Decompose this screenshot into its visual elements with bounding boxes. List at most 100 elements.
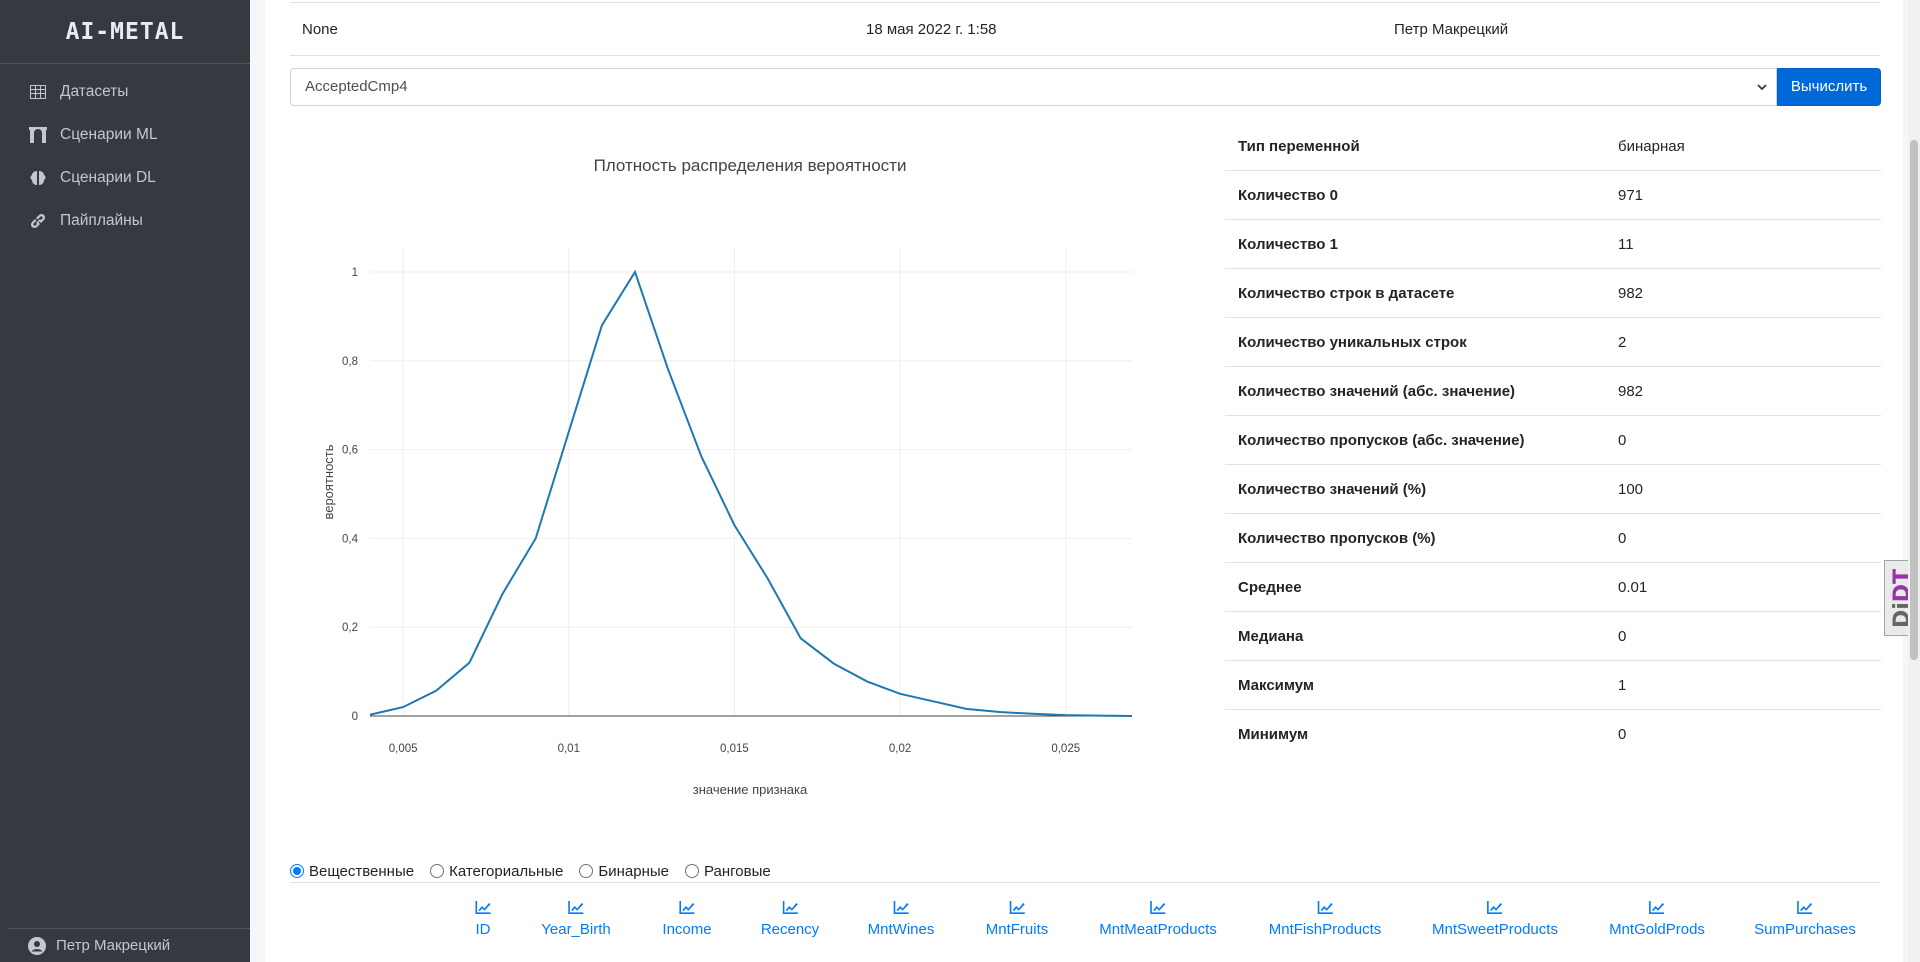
chart-title: Плотность распределения вероятности bbox=[594, 156, 907, 175]
stats-row: Среднее 0.01 bbox=[1225, 563, 1881, 612]
target-column-value: AcceptedCmp4 bbox=[305, 78, 408, 95]
brand-logo[interactable]: AI-METAL bbox=[0, 0, 250, 64]
feature-label: MntWines bbox=[867, 921, 935, 938]
sidebar-item-label: Сценарии ML bbox=[60, 125, 158, 143]
feature-label: Year_Birth bbox=[541, 921, 611, 938]
stats-table: Тип переменной бинарная Количество 0 971 Кол… bbox=[1225, 122, 1881, 759]
stats-key: Количество значений (%) bbox=[1238, 480, 1427, 498]
chart-line-icon bbox=[893, 900, 910, 915]
archway-icon bbox=[28, 125, 48, 145]
feature-links: ID Year_Birth Income Recency MntWines MntFrui… bbox=[440, 900, 1880, 950]
user-name: Петр Макрецкий bbox=[56, 937, 171, 954]
feature-link[interactable]: Year_Birth bbox=[541, 900, 611, 938]
user-avatar-icon bbox=[28, 936, 46, 955]
sidebar-item-pipelines[interactable]: Пайплайны bbox=[0, 199, 250, 242]
brain-icon bbox=[28, 168, 48, 188]
stats-value: 982 bbox=[1618, 284, 1644, 302]
x-tick-label: 0,025 bbox=[1051, 743, 1080, 755]
sidebar-item-datasets[interactable]: Датасеты bbox=[0, 70, 250, 113]
dataset-date: 18 мая 2022 г. 1:58 bbox=[866, 21, 997, 38]
feature-link[interactable]: MntFishProducts bbox=[1269, 900, 1381, 938]
variable-type-filter: Вещественные Категориальные Бинарные Рангов… bbox=[290, 860, 1880, 882]
chart-line-icon bbox=[568, 900, 585, 915]
x-tick-label: 0,015 bbox=[720, 743, 749, 755]
stats-value: 0 bbox=[1618, 431, 1627, 449]
dataset-info-row: None 18 мая 2022 г. 1:58 Петр Макрецкий bbox=[290, 2, 1880, 56]
feature-link[interactable]: MntSweetProducts bbox=[1432, 900, 1558, 938]
stats-value: 0 bbox=[1618, 627, 1627, 645]
feature-link[interactable]: MntFruits bbox=[985, 900, 1049, 938]
stats-key: Количество уникальных строк bbox=[1238, 333, 1467, 351]
radio-option[interactable]: Ранговые bbox=[685, 863, 771, 880]
radio-label: Категориальные bbox=[449, 862, 564, 880]
feature-link[interactable]: ID bbox=[475, 900, 492, 938]
feature-link[interactable]: MntMeatProducts bbox=[1099, 900, 1217, 938]
target-column-select[interactable]: AcceptedCmp4 bbox=[290, 68, 1777, 106]
sidebar: AI-METAL Датасеты Сценарии ML Сценарии D… bbox=[0, 0, 250, 962]
feature-link[interactable]: Income bbox=[662, 900, 712, 938]
radio-option[interactable]: Категориальные bbox=[430, 863, 563, 880]
radio-button[interactable] bbox=[685, 864, 700, 878]
stats-row: Максимум 1 bbox=[1225, 661, 1881, 710]
stats-value: 0 bbox=[1618, 726, 1627, 743]
radio-option[interactable]: Вещественные bbox=[290, 863, 414, 880]
stats-value: бинарная bbox=[1618, 137, 1685, 155]
stats-key: Количество пропусков (%) bbox=[1238, 529, 1436, 547]
stats-key: Среднее bbox=[1238, 578, 1302, 596]
chart-line-icon bbox=[1316, 900, 1333, 915]
stats-row: Количество значений (%) 100 bbox=[1225, 465, 1881, 514]
stats-value: 0.01 bbox=[1618, 578, 1648, 596]
feature-label: MntGoldProds bbox=[1609, 921, 1705, 938]
feature-label: MntFruits bbox=[985, 921, 1049, 938]
stats-key: Максимум bbox=[1238, 676, 1315, 694]
chart-line-icon bbox=[678, 900, 695, 915]
radio-label: Вещественные bbox=[309, 862, 415, 880]
y-tick-label: 0,8 bbox=[342, 356, 358, 368]
y-tick-label: 0,4 bbox=[342, 533, 359, 545]
stats-row: Минимум 0 bbox=[1225, 710, 1881, 759]
sidebar-nav: Датасеты Сценарии ML Сценарии DL Пайплай… bbox=[0, 64, 250, 242]
sidebar-item-label: Пайплайны bbox=[60, 211, 143, 229]
x-tick-label: 0,02 bbox=[889, 743, 911, 755]
stats-key: Минимум bbox=[1238, 726, 1309, 743]
sidebar-user[interactable]: Петр Макрецкий bbox=[8, 928, 250, 962]
feature-label: Income bbox=[662, 921, 712, 938]
sidebar-item-dl-scenarios[interactable]: Сценарии DL bbox=[0, 156, 250, 199]
chart-grid bbox=[370, 247, 1132, 717]
stats-row: Количество 0 971 bbox=[1225, 171, 1881, 220]
calculate-button[interactable]: Вычислить bbox=[1777, 68, 1881, 106]
radio-label: Бинарные bbox=[598, 862, 670, 880]
y-tick-label: 0,2 bbox=[342, 622, 358, 634]
radio-label: Ранговые bbox=[704, 862, 771, 880]
feature-link[interactable]: Recency bbox=[761, 900, 819, 938]
feature-link[interactable]: MntWines bbox=[867, 900, 935, 938]
stats-key: Количество пропусков (абс. значение) bbox=[1238, 431, 1525, 449]
stats-key: Тип переменной bbox=[1238, 137, 1360, 155]
radio-button[interactable] bbox=[579, 864, 594, 878]
radio-button[interactable] bbox=[430, 864, 445, 878]
dataset-description: None bbox=[302, 21, 338, 38]
feature-label: SumPurchases bbox=[1754, 921, 1856, 938]
sidebar-item-ml-scenarios[interactable]: Сценарии ML bbox=[0, 113, 250, 156]
feature-label: Recency bbox=[760, 921, 820, 938]
stats-value: 971 bbox=[1618, 186, 1644, 204]
chart-line-icon bbox=[1008, 900, 1025, 915]
y-tick-label: 0 bbox=[352, 711, 358, 723]
feature-link[interactable]: MntGoldProds bbox=[1609, 900, 1705, 938]
x-tick-label: 0,005 bbox=[389, 743, 418, 755]
chart-series-line bbox=[369, 269, 1133, 717]
radio-button[interactable] bbox=[290, 864, 304, 878]
stats-row: Количество 1 11 bbox=[1225, 220, 1881, 269]
chart-x-label: значение признака bbox=[693, 782, 808, 797]
stats-value: 0 bbox=[1618, 529, 1627, 547]
density-chart: Плотность распределения вероятности 0,00… bbox=[290, 140, 1210, 820]
page-scrollbar[interactable] bbox=[1908, 0, 1920, 962]
feature-link[interactable]: SumPurchases bbox=[1754, 900, 1856, 938]
chart-y-ticks: 0 0,2 0,4 0,6 0,8 1 bbox=[342, 267, 359, 723]
scrollbar-thumb[interactable] bbox=[1910, 140, 1918, 660]
sidebar-item-label: Датасеты bbox=[60, 82, 129, 100]
stats-key: Количество 1 bbox=[1238, 235, 1338, 253]
divider bbox=[290, 882, 1880, 883]
chevron-down-icon bbox=[1756, 80, 1768, 92]
radio-option[interactable]: Бинарные bbox=[579, 863, 669, 880]
